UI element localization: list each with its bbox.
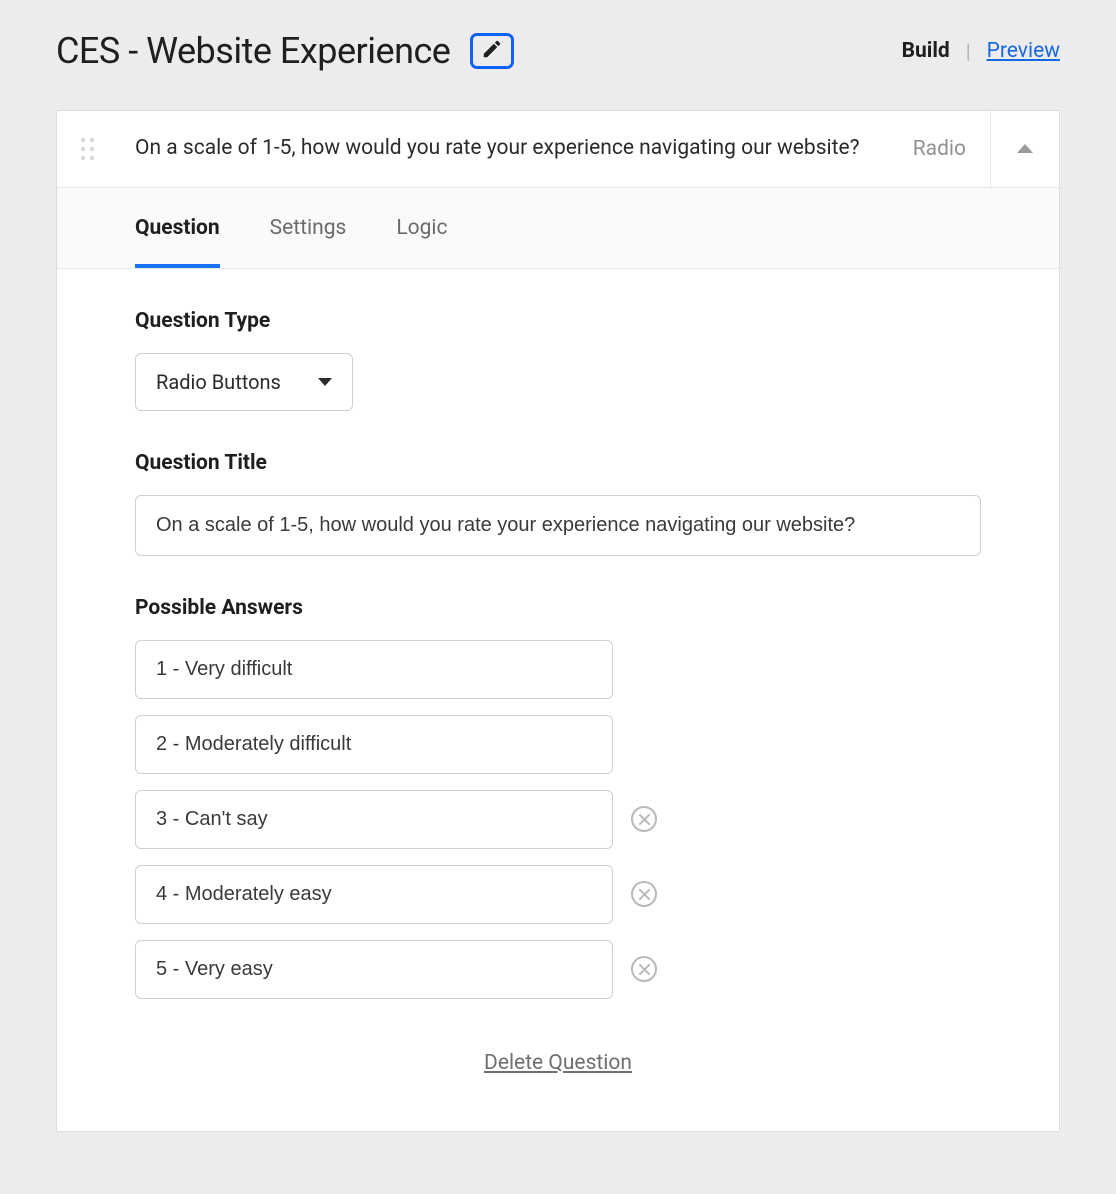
question-type-select[interactable]: Radio Buttons [135, 353, 353, 411]
remove-answer-button[interactable] [631, 806, 657, 832]
x-icon [639, 810, 650, 829]
collapse-button[interactable] [991, 111, 1059, 187]
answer-row [135, 940, 981, 999]
answer-input[interactable] [135, 940, 613, 999]
answer-row [135, 865, 981, 924]
link-divider: | [966, 39, 971, 63]
delete-row: Delete Question [135, 1051, 981, 1075]
answer-row [135, 715, 981, 774]
question-body: Question Type Radio Buttons Question Tit… [57, 269, 1059, 1131]
question-type-value: Radio Buttons [156, 370, 281, 394]
answer-row [135, 640, 981, 699]
pencil-icon [481, 38, 503, 64]
answers-list [135, 640, 981, 999]
answer-input[interactable] [135, 865, 613, 924]
question-summary: On a scale of 1-5, how would you rate yo… [117, 111, 889, 187]
preview-link[interactable]: Preview [987, 39, 1060, 63]
possible-answers-label: Possible Answers [135, 596, 981, 620]
build-link[interactable]: Build [902, 39, 950, 63]
tab-row: Question Settings Logic [57, 188, 1059, 269]
drag-icon [81, 138, 94, 160]
delete-question-link[interactable]: Delete Question [484, 1051, 632, 1075]
question-type-badge: Radio [889, 111, 991, 187]
caret-up-icon [1017, 144, 1033, 153]
answer-row [135, 790, 981, 849]
tab-question[interactable]: Question [135, 188, 220, 268]
title-group: CES - Website Experience [56, 30, 514, 72]
answer-input[interactable] [135, 640, 613, 699]
answer-input[interactable] [135, 790, 613, 849]
question-card-header: On a scale of 1-5, how would you rate yo… [57, 111, 1059, 188]
question-title-input[interactable] [135, 495, 981, 556]
remove-answer-button[interactable] [631, 881, 657, 907]
header-links: Build | Preview [902, 39, 1060, 63]
answer-input[interactable] [135, 715, 613, 774]
x-icon [639, 885, 650, 904]
remove-answer-button[interactable] [631, 956, 657, 982]
edit-title-button[interactable] [470, 33, 514, 69]
question-title-label: Question Title [135, 451, 981, 475]
page-header: CES - Website Experience Build | Preview [56, 30, 1060, 72]
tab-logic[interactable]: Logic [396, 188, 447, 268]
page-title: CES - Website Experience [56, 30, 450, 72]
x-icon [639, 960, 650, 979]
caret-down-icon [318, 378, 332, 386]
drag-handle[interactable] [57, 111, 117, 187]
question-type-label: Question Type [135, 309, 981, 333]
tab-settings[interactable]: Settings [270, 188, 347, 268]
question-card: On a scale of 1-5, how would you rate yo… [56, 110, 1060, 1132]
